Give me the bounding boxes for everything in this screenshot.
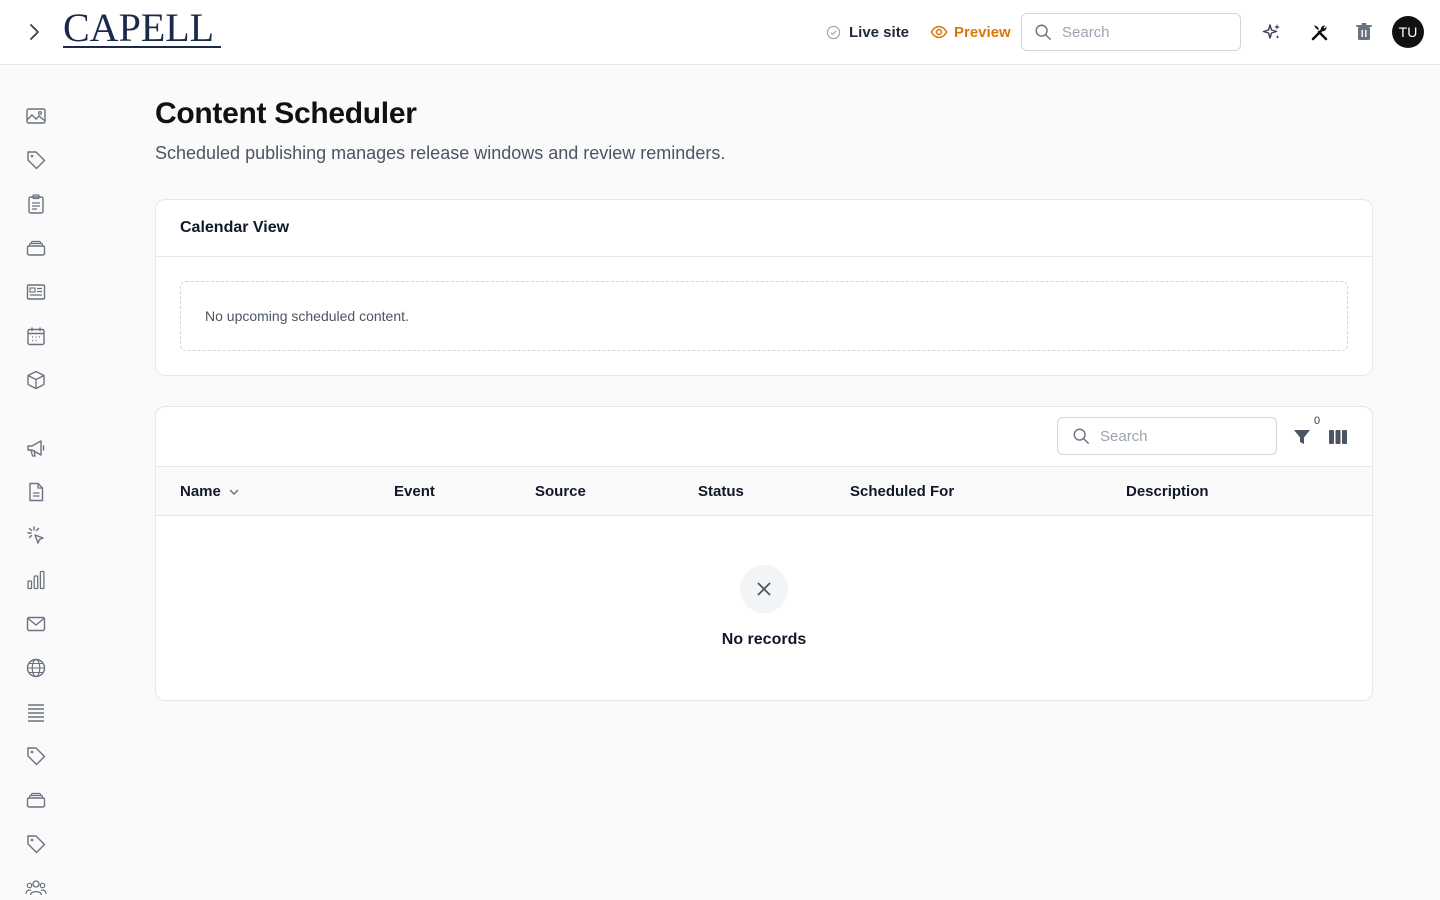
column-header-label: Scheduled For	[850, 483, 955, 500]
global-search[interactable]	[1021, 13, 1241, 51]
column-header-scheduled-for[interactable]: Scheduled For	[850, 467, 954, 516]
global-search-input[interactable]	[1062, 23, 1212, 41]
sparkles-icon	[1262, 24, 1280, 39]
sidebar-item-tags-2[interactable]	[22, 742, 50, 770]
column-header-label: Source	[535, 483, 586, 500]
brand-logo[interactable]: CAPELL	[63, 5, 221, 52]
expand-sidebar-button[interactable]	[20, 18, 48, 46]
column-header-description[interactable]: Description	[1126, 467, 1209, 516]
column-header-event[interactable]: Event	[394, 467, 435, 516]
sidebar-item-news[interactable]	[22, 278, 50, 306]
table-search-input[interactable]	[1100, 427, 1250, 445]
column-header-name[interactable]: Name	[180, 467, 241, 516]
tag-icon	[27, 151, 46, 170]
sidebar-item-tags-3[interactable]	[22, 830, 50, 858]
newspaper-icon	[26, 284, 46, 300]
calendar-icon	[27, 327, 45, 346]
sidebar-item-calendar[interactable]	[22, 322, 50, 350]
column-header-label: Event	[394, 483, 435, 500]
sidebar	[0, 65, 72, 900]
sidebar-item-clipboard[interactable]	[22, 190, 50, 218]
tag-icon	[27, 835, 46, 854]
sidebar-item-tags[interactable]	[22, 146, 50, 174]
bar-chart-icon	[27, 570, 45, 590]
empty-state-text: No records	[721, 631, 807, 648]
table-toolbar: 0	[156, 407, 1372, 467]
logo-underline	[63, 46, 221, 48]
chevron-right-icon	[30, 24, 39, 40]
trash-button[interactable]	[1348, 16, 1380, 48]
mail-icon	[26, 616, 46, 632]
clipboard-icon	[28, 194, 44, 214]
stack-icon	[26, 792, 46, 808]
eye-icon	[930, 25, 948, 39]
preview-link[interactable]: Preview	[930, 21, 1011, 43]
preview-label: Preview	[954, 23, 1011, 41]
filter-count-badge: 0	[1314, 415, 1321, 427]
sidebar-item-products[interactable]	[22, 366, 50, 394]
sidebar-item-clicks[interactable]	[22, 522, 50, 550]
trash-icon	[1356, 23, 1372, 40]
sidebar-item-documents[interactable]	[22, 478, 50, 506]
columns-toggle-button[interactable]	[1324, 423, 1352, 451]
filter-icon	[1294, 430, 1310, 444]
globe-icon	[26, 658, 46, 678]
column-header-label: Description	[1126, 483, 1209, 500]
page-title: Content Scheduler	[155, 97, 417, 130]
search-icon	[1073, 428, 1089, 444]
sidebar-item-list[interactable]	[22, 698, 50, 726]
stack-icon	[26, 240, 46, 256]
live-site-label: Live site	[849, 23, 910, 41]
table-header-row: Name Event Source Status Scheduled For D…	[156, 467, 1372, 516]
image-icon	[26, 108, 46, 124]
sidebar-item-users[interactable]	[22, 874, 50, 900]
empty-state-icon-wrap	[740, 565, 788, 613]
table-search[interactable]	[1057, 417, 1277, 455]
calendar-card: Calendar View No upcoming scheduled cont…	[155, 199, 1373, 376]
document-icon	[29, 482, 44, 502]
logo-text: CAPELL	[63, 5, 215, 50]
sidebar-item-archive[interactable]	[22, 234, 50, 262]
live-site-link[interactable]: Live site	[826, 21, 909, 43]
schedule-table-card: 0 Name Event Source Status Scheduled For…	[155, 406, 1373, 701]
search-icon	[1035, 24, 1051, 40]
sidebar-item-mail[interactable]	[22, 610, 50, 638]
sidebar-item-analytics[interactable]	[22, 566, 50, 594]
sidebar-item-announcements[interactable]	[22, 434, 50, 462]
sidebar-item-web[interactable]	[22, 654, 50, 682]
cube-icon	[27, 370, 45, 390]
columns-icon	[1329, 430, 1347, 444]
cursor-click-icon	[27, 526, 44, 544]
sidebar-item-media[interactable]	[22, 102, 50, 130]
sidebar-item-archive-2[interactable]	[22, 786, 50, 814]
calendar-empty-state: No upcoming scheduled content.	[180, 281, 1348, 351]
column-header-label: Status	[698, 483, 744, 500]
tools-button[interactable]	[1304, 16, 1336, 48]
chevron-down-icon	[229, 489, 239, 495]
column-header-label: Name	[180, 483, 221, 500]
column-header-source[interactable]: Source	[535, 467, 586, 516]
top-bar: CAPELL Live site Preview Search TU	[0, 0, 1440, 65]
check-circle-icon	[826, 25, 841, 39]
close-icon	[757, 582, 771, 596]
filter-button[interactable]	[1288, 423, 1316, 451]
calendar-card-title: Calendar View	[156, 200, 1372, 257]
users-icon	[25, 880, 47, 896]
tag-icon	[27, 747, 46, 766]
list-icon	[28, 704, 44, 722]
page-subtitle: Scheduled publishing manages release win…	[155, 143, 726, 163]
table-empty-state: No records	[156, 517, 1374, 677]
wrench-screwdriver-icon	[1311, 25, 1328, 41]
user-avatar[interactable]: TU	[1392, 16, 1424, 48]
ai-assistant-button[interactable]	[1256, 16, 1288, 48]
megaphone-icon	[27, 440, 45, 457]
column-header-status[interactable]: Status	[698, 467, 744, 516]
